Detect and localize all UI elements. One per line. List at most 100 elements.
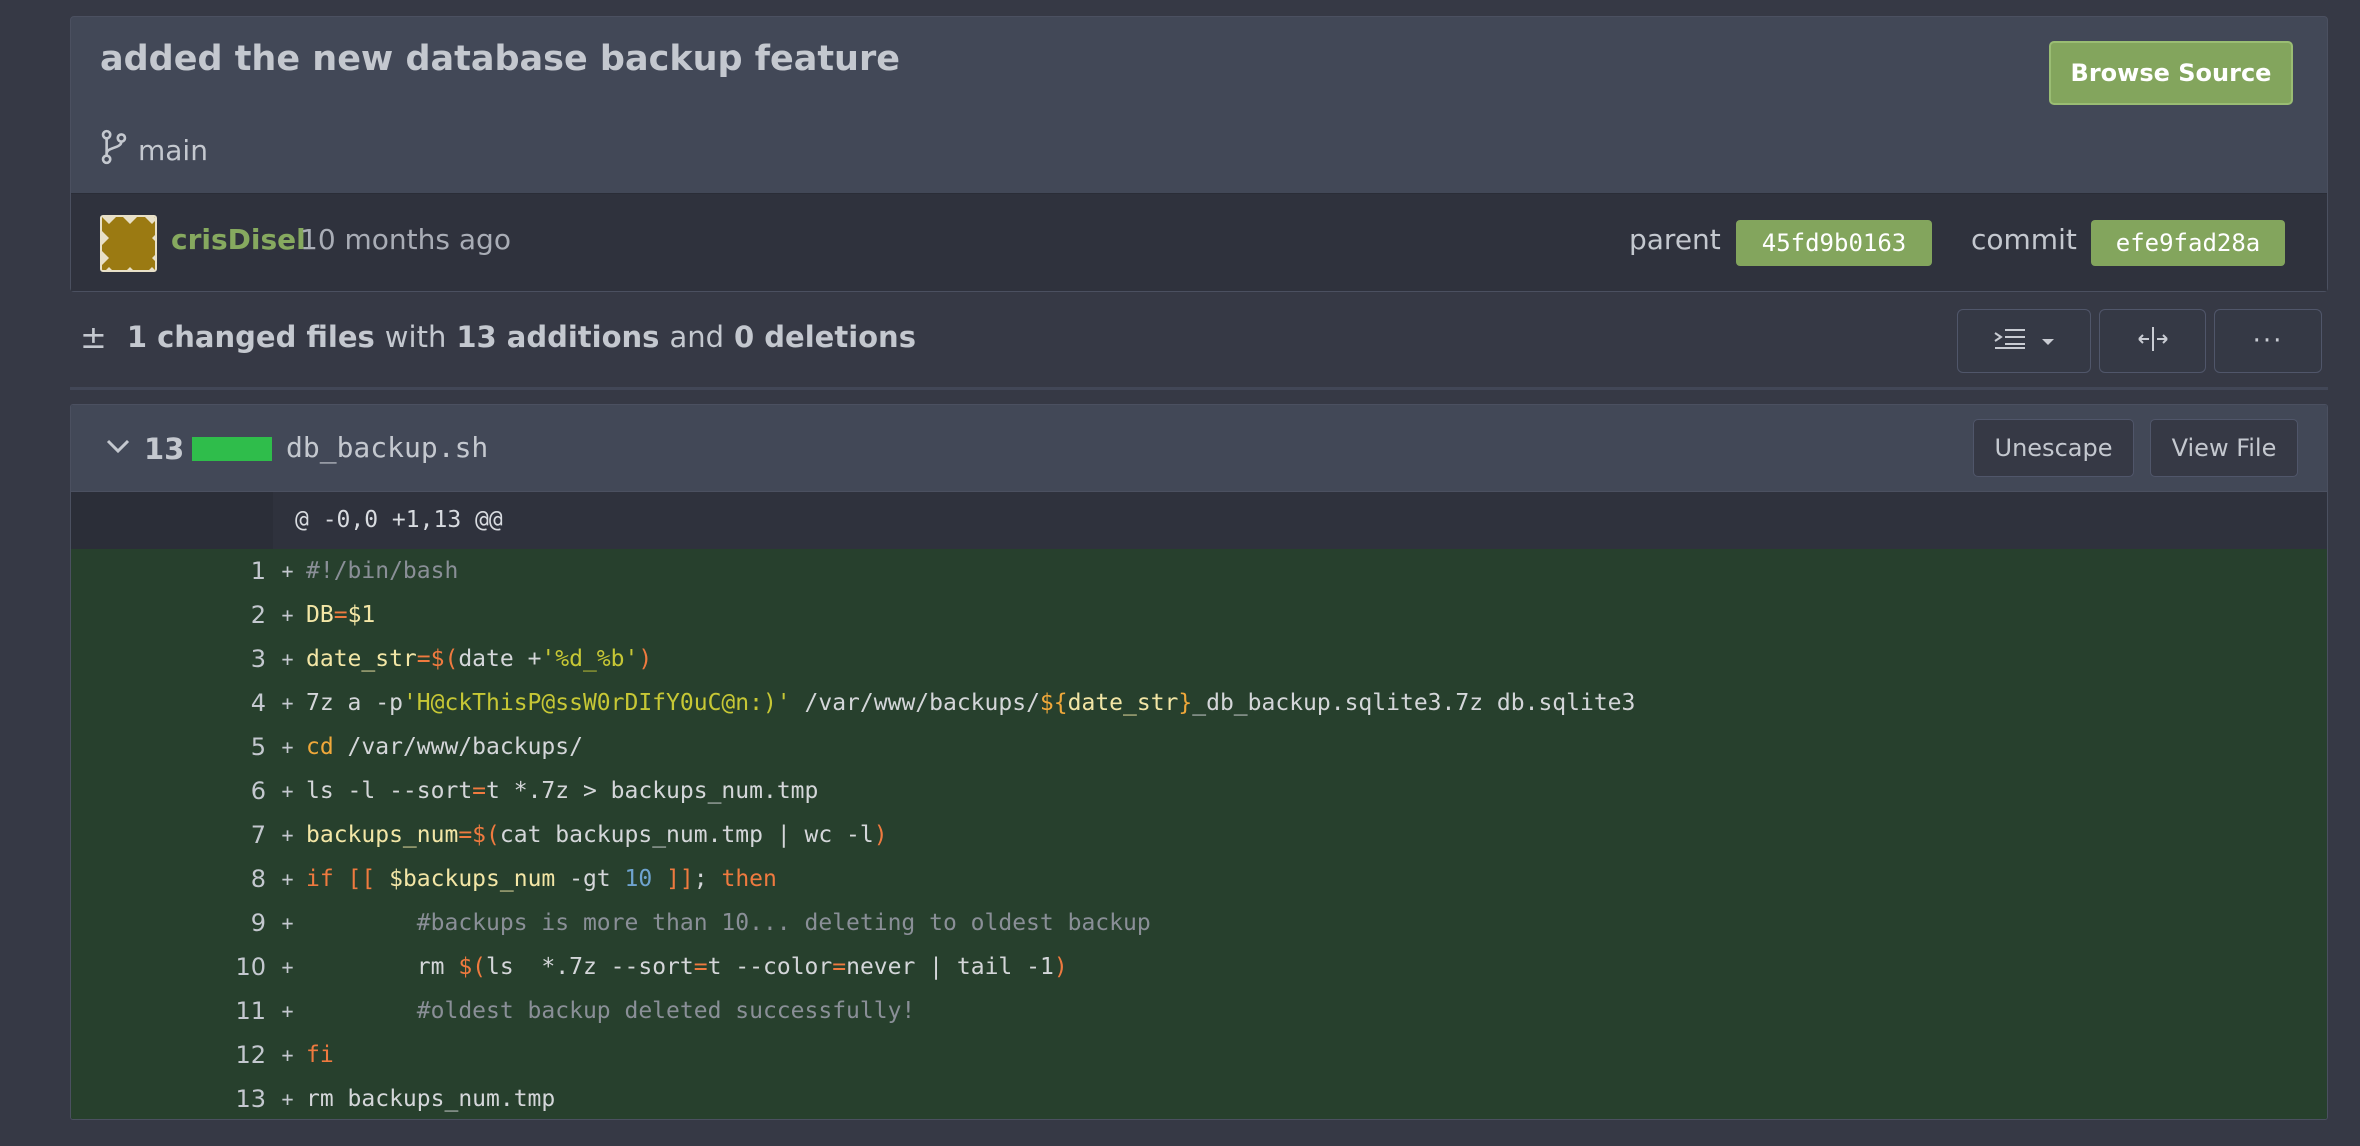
code-token: 10 — [624, 866, 653, 892]
code-token: = — [333, 602, 348, 628]
diff-line: 5 + cd /var/www/backups/ — [71, 725, 2327, 769]
code-token: 'H@ckThisP@ssW0rDIfY0uC@n:)' — [402, 690, 791, 716]
commit-label: commit — [1971, 223, 2077, 256]
code-token: rm backups_num.tmp — [306, 1086, 556, 1112]
branch-icon — [100, 129, 128, 172]
code-token: /var/www/backups/ — [790, 690, 1040, 716]
code-text: if [[ $backups_num -gt 10 ]]; then — [306, 866, 777, 892]
line-number[interactable]: 5 — [71, 733, 266, 761]
parent-sha-badge[interactable]: 45fd9b0163 — [1736, 220, 1932, 266]
diff-line: 13 + rm backups_num.tmp — [71, 1077, 2327, 1119]
code-text: #!/bin/bash — [306, 558, 458, 584]
file-diff: 13 db_backup.sh Unescape View File @ -0,… — [70, 404, 2328, 1120]
stats-and: and — [669, 320, 725, 354]
code-token: #backups is more than 10... deleting to … — [416, 910, 1151, 936]
file-change-count: 13 — [144, 432, 185, 466]
diff-line: 9 + #backups is more than 10... deleting … — [71, 901, 2327, 945]
code-token: date + — [458, 646, 542, 672]
author-bar: crisDisel 10 months ago parent 45fd9b016… — [71, 193, 2327, 291]
addition-marker: + — [281, 779, 294, 803]
diff-stats: ± 1 changed files with 13 additions and … — [80, 318, 916, 356]
addition-marker: + — [281, 823, 294, 847]
diff-line: 11 + #oldest backup deleted successfully! — [71, 989, 2327, 1033]
line-number[interactable]: 9 — [71, 909, 266, 937]
commit-time: 10 months ago — [300, 223, 511, 256]
divider — [70, 387, 2328, 390]
diff-line: 3 + date_str=$(date +'%d_%b') — [71, 637, 2327, 681]
addition-marker: + — [281, 647, 294, 671]
code-text: fi — [306, 1042, 334, 1068]
code-token: _db_backup.sqlite3.7z db.sqlite3 — [1192, 690, 1636, 716]
code-token: ) — [873, 822, 888, 848]
code-token: cat backups_num.tmp | wc -l — [499, 822, 874, 848]
code-token: never | tail -1 — [846, 954, 1054, 980]
indent-icon — [1993, 327, 2027, 355]
code-text: #backups is more than 10... deleting to … — [306, 910, 1151, 936]
commit-header: added the new database backup feature Br… — [70, 16, 2328, 292]
line-number[interactable]: 13 — [71, 1085, 266, 1113]
code-token: /var/www/backups/ — [333, 734, 583, 760]
hunk-header-text: @ -0,0 +1,13 @@ — [295, 507, 503, 533]
line-number[interactable]: 11 — [71, 997, 266, 1025]
diff-line: 2 + DB=$1 — [71, 593, 2327, 637]
line-number[interactable]: 7 — [71, 821, 266, 849]
split-view-button[interactable] — [2099, 309, 2206, 373]
line-number[interactable]: 4 — [71, 689, 266, 717]
addition-marker: + — [281, 911, 294, 935]
commit-sha-badge[interactable]: efe9fad28a — [2091, 220, 2285, 266]
diff-line: 7 + backups_num=$(cat backups_num.tmp | wc… — [71, 813, 2327, 857]
chevron-down-icon — [2041, 332, 2055, 351]
line-number[interactable]: 12 — [71, 1041, 266, 1069]
code-token: ${ — [1039, 690, 1068, 716]
view-file-button[interactable]: View File — [2150, 419, 2298, 477]
code-token: then — [721, 866, 777, 892]
diff-line: 12 + fi — [71, 1033, 2327, 1077]
split-view-icon — [2136, 325, 2170, 357]
unescape-button[interactable]: Unescape — [1973, 419, 2134, 477]
file-header: 13 db_backup.sh Unescape View File — [71, 405, 2327, 492]
file-name[interactable]: db_backup.sh — [286, 431, 488, 464]
line-number[interactable]: 2 — [71, 601, 266, 629]
diff-line: 4 +7z a -p'H@ckThisP@ssW0rDIfY0uC@n:)' /v… — [71, 681, 2327, 725]
diff-line: 1 + #!/bin/bash — [71, 549, 2327, 593]
code-token: ) — [1053, 954, 1068, 980]
code-token: rm — [306, 954, 459, 980]
line-number[interactable]: 3 — [71, 645, 266, 673]
line-number[interactable]: 1 — [71, 557, 266, 585]
code-token: ls *.7z --sort — [486, 954, 694, 980]
addition-marker: + — [281, 867, 294, 891]
code-token: = — [472, 778, 487, 804]
chevron-down-icon[interactable] — [105, 433, 131, 459]
author-name[interactable]: crisDisel — [171, 223, 306, 256]
more-options-button[interactable]: ··· — [2214, 309, 2322, 373]
code-token: =$( — [416, 646, 459, 672]
addition-marker: + — [281, 603, 294, 627]
addition-marker: + — [281, 691, 294, 715]
stats-with: with — [384, 320, 447, 354]
code-token: ls -l --sort — [306, 778, 473, 804]
hunk-header: @ -0,0 +1,13 @@ — [71, 492, 2327, 549]
code-token: #!/bin/bash — [306, 558, 459, 584]
commit-title: added the new database backup feature — [100, 39, 900, 79]
browse-source-button[interactable]: Browse Source — [2049, 41, 2293, 105]
diff-line: 10 + rm $(ls *.7z --sort=t --color=never … — [71, 945, 2327, 989]
code-text: backups_num=$(cat backups_num.tmp | wc -… — [306, 822, 888, 848]
diff-line: 8 + if [[ $backups_num -gt 10 ]]; then — [71, 857, 2327, 901]
code-token: $1 — [347, 602, 376, 628]
code-token: =$( — [458, 822, 500, 848]
whitespace-options-button[interactable] — [1957, 309, 2091, 373]
branch-indicator[interactable]: main — [100, 129, 208, 172]
code-token: #oldest backup deleted successfully! — [416, 998, 916, 1024]
addition-marker: + — [281, 1043, 294, 1067]
line-number[interactable]: 10 — [71, 953, 266, 981]
code-token: DB — [306, 602, 334, 628]
code-text: ls -l --sort=t *.7z > backups_num.tmp — [306, 778, 818, 804]
line-number[interactable]: 6 — [71, 777, 266, 805]
plus-minus-icon: ± — [80, 318, 107, 356]
code-token: backups_num — [306, 822, 459, 848]
avatar[interactable] — [100, 215, 157, 272]
line-number[interactable]: 8 — [71, 865, 266, 893]
changed-files-count: 1 changed files — [126, 320, 375, 354]
